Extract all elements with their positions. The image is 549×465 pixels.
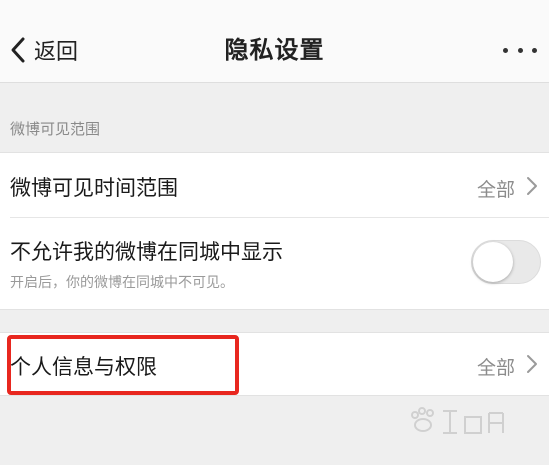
personal-info-group: 个人信息与权限 全部 [0, 332, 549, 396]
dot-icon [532, 47, 537, 53]
same-city-hide-label: 不允许我的微博在同城中显示 [10, 240, 283, 264]
chevron-right-icon [527, 177, 537, 195]
page-title: 隐私设置 [224, 36, 325, 64]
personal-info-permissions-value: 全部 [476, 357, 515, 379]
more-options-icon[interactable] [503, 42, 537, 58]
personal-info-permissions-row[interactable]: 个人信息与权限 全部 [0, 333, 549, 395]
privacy-settings-screen: 返回 隐私设置 微博可见范围 微博可见时间范围 全部 不允许我的微博在同城中显示… [0, 0, 549, 465]
navigation-bar: 返回 隐私设置 [0, 0, 549, 83]
same-city-hide-row: 不允许我的微博在同城中显示 开启后，你的微博在同城中不可见。 [0, 218, 549, 308]
toggle-knob [473, 242, 513, 282]
dot-icon [503, 47, 508, 53]
visibility-settings-group: 微博可见时间范围 全部 不允许我的微博在同城中显示 开启后，你的微博在同城中不可… [0, 152, 549, 310]
visible-time-range-label: 微博可见时间范围 [10, 176, 178, 200]
chevron-right-icon [527, 355, 537, 373]
watermark-logo [403, 401, 523, 441]
section-header: 微博可见范围 [10, 120, 101, 138]
dot-icon [517, 47, 523, 53]
same-city-hide-toggle[interactable] [471, 240, 541, 284]
same-city-hide-description: 开启后，你的微博在同城中不可见。 [10, 275, 234, 291]
visible-time-range-row[interactable]: 微博可见时间范围 全部 [0, 153, 549, 217]
paw-logo-icon [411, 407, 504, 434]
personal-info-permissions-label: 个人信息与权限 [10, 355, 157, 379]
visible-time-range-value: 全部 [476, 179, 515, 201]
